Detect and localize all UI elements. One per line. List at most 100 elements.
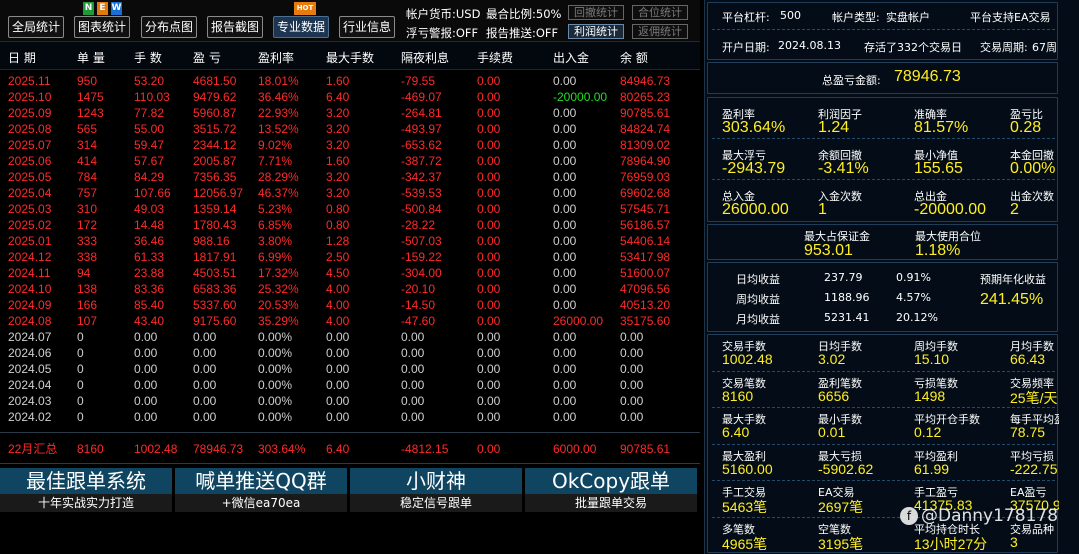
table-row[interactable]: 2025.07 314 59.47 2344.12 9.02% 3.20 -653.62 0.… (0, 137, 700, 153)
column-header[interactable]: 手 数 (134, 49, 162, 66)
industry-info-button[interactable]: 行业信息 (339, 16, 395, 38)
table-cell: 84.29 (134, 170, 165, 184)
table-cell: 0.00 (553, 202, 577, 216)
position-stats-button[interactable]: 合位统计 (632, 5, 688, 20)
table-cell: 0.00 (620, 410, 644, 424)
table-row[interactable]: 2025.03 310 49.03 1359.14 5.23% 0.80 -500.84 0.… (0, 201, 700, 217)
table-row[interactable]: 2024.09 166 85.40 5337.60 20.53% 4.00 -14.50 0.… (0, 297, 700, 313)
table-cell: 0.00 (477, 410, 501, 424)
table-row[interactable]: 2024.02 0 0.00 0.00 0.00% 0.00 0.00 0.00 0.00 0.0… (0, 409, 700, 425)
scrollbar[interactable] (1059, 0, 1079, 554)
table-row[interactable]: 2025.01 333 36.46 988.16 3.80% 1.28 -507.03 0.0… (0, 233, 700, 249)
summary-cell: 90785.61 (620, 442, 671, 456)
stat-value: 1.24 (818, 119, 850, 136)
trading-period-label: 交易周期: (980, 41, 1028, 54)
banner-qq-group[interactable]: 喊单推送QQ群 +微信ea70ea (175, 468, 347, 514)
table-cell: 84946.73 (620, 74, 671, 88)
max-position-value: 1.18% (915, 242, 961, 259)
stat-value: 5160.00 (722, 460, 773, 477)
float-loss-alert[interactable]: 浮亏警报:OFF (406, 25, 478, 41)
table-cell: 333 (77, 234, 98, 248)
table-cell: 2024.05 (8, 362, 52, 376)
stat-value: 155.65 (914, 160, 963, 177)
table-row[interactable]: 2024.03 0 0.00 0.00 0.00% 0.00 0.00 0.00 0.00 0.0… (0, 393, 700, 409)
table-cell: 3.20 (326, 170, 350, 184)
stat-value: 3 (1010, 533, 1018, 550)
table-row[interactable]: 2025.09 1243 77.82 5960.87 22.93% 3.20 -264.81… (0, 105, 700, 121)
table-cell: 13.52% (258, 122, 299, 136)
drawdown-stats-button[interactable]: 回撤统计 (568, 5, 624, 20)
table-cell: 35175.60 (620, 314, 671, 328)
table-cell: 36.46% (258, 90, 299, 104)
table-cell: 0.00 (477, 170, 501, 184)
table-cell: 22.93% (258, 106, 299, 120)
column-header[interactable]: 盈 亏 (193, 49, 221, 66)
profit-stats-button[interactable]: 利润统计 (568, 24, 624, 39)
report-screenshot-button[interactable]: 报告截图 (207, 16, 263, 38)
global-stats-button[interactable]: 全局统计 (8, 16, 64, 38)
table-cell: 2005.87 (193, 154, 237, 168)
pro-data-button[interactable]: 专业数据 (273, 16, 329, 38)
rebate-stats-button[interactable]: 返佣统计 (632, 24, 688, 39)
chart-stats-button[interactable]: 图表统计 (74, 16, 130, 38)
table-row[interactable]: 2024.10 138 83.36 6583.36 25.32% 4.00 -20.10 0.… (0, 281, 700, 297)
table-cell: 0.00% (258, 362, 293, 376)
open-date-value: 2024.08.13 (778, 39, 841, 52)
table-row[interactable]: 2024.08 107 43.40 9175.60 35.29% 4.00 -47.60 0.… (0, 313, 700, 329)
distribution-chart-button[interactable]: 分布点图 (141, 16, 197, 38)
report-push[interactable]: 报告推送:OFF (486, 25, 558, 41)
table-row[interactable]: 2024.07 0 0.00 0.00 0.00% 0.00 0.00 0.00 0.00 0.0… (0, 329, 700, 345)
column-header[interactable]: 余 额 (620, 49, 648, 66)
table-cell: -28.22 (401, 218, 436, 232)
banner-subtitle: 批量跟单交易 (525, 494, 697, 512)
table-row[interactable]: 2024.04 0 0.00 0.00 0.00% 0.00 0.00 0.00 0.00 0.0… (0, 377, 700, 393)
table-row[interactable]: 2025.11 950 53.20 4681.50 18.01% 1.60 -79.55 0.… (0, 73, 700, 89)
stat-value: 6.40 (722, 424, 750, 440)
table-cell: 950 (77, 74, 98, 88)
return-value: 20.12% (896, 311, 938, 324)
return-value: 237.79 (824, 271, 863, 284)
table-row[interactable]: 2025.08 565 55.00 3515.72 13.52% 3.20 -493.97 0… (0, 121, 700, 137)
table-cell: 1780.43 (193, 218, 237, 232)
table-cell: 2024.10 (8, 282, 52, 296)
table-cell: 0.00 (553, 266, 577, 280)
table-row[interactable]: 2025.02 172 14.48 1780.43 6.85% 0.80 -28.22 0.0… (0, 217, 700, 233)
table-cell: 53417.98 (620, 250, 671, 264)
column-header[interactable]: 日 期 (8, 49, 36, 66)
trading-period-value: 67周 (1032, 41, 1057, 54)
stat-value: 26000.00 (722, 201, 789, 218)
table-row[interactable]: 2024.12 338 61.33 1817.91 6.99% 2.50 -159.22 0.… (0, 249, 700, 265)
table-cell: 2025.04 (8, 186, 52, 200)
table-cell: 0.00 (553, 394, 577, 408)
banner-xiaocaishen[interactable]: 小财神 稳定信号跟单 (350, 468, 522, 514)
table-row[interactable]: 2025.10 1475 110.03 9479.62 36.46% 6.40 -469.0… (0, 89, 700, 105)
table-cell: 35.29% (258, 314, 299, 328)
table-row[interactable]: 2025.04 757 107.66 12056.97 46.37% 3.20 -539.5… (0, 185, 700, 201)
table-row[interactable]: 2024.06 0 0.00 0.00 0.00% 0.00 0.00 0.00 0.00 0.0… (0, 345, 700, 361)
banner-copy-system[interactable]: 最佳跟单系统 十年实战实力打造 (0, 468, 172, 514)
table-row[interactable]: 2025.06 414 57.67 2005.87 7.71% 1.60 -387.72 0.… (0, 153, 700, 169)
table-cell: 0.00 (193, 362, 217, 376)
column-header[interactable]: 出入金 (553, 49, 589, 66)
table-row[interactable]: 2024.11 94 23.88 4503.51 17.32% 4.50 -304.00 0.… (0, 265, 700, 281)
banner-subtitle: 十年实战实力打造 (0, 494, 172, 512)
table-cell: 5337.60 (193, 298, 237, 312)
table-cell: 51600.07 (620, 266, 671, 280)
column-header[interactable]: 手续费 (477, 49, 513, 66)
table-row[interactable]: 2025.05 784 84.29 7356.35 28.29% 3.20 -342.37 0… (0, 169, 700, 185)
column-header[interactable]: 单 量 (77, 49, 105, 66)
table-cell: 46.37% (258, 186, 299, 200)
banner-okcopy[interactable]: OkCopy跟单 批量跟单交易 (525, 468, 697, 514)
column-header[interactable]: 盈利率 (258, 49, 294, 66)
table-cell: 4.00 (326, 314, 350, 328)
column-header[interactable]: 最大手数 (326, 49, 374, 66)
hot-badge: HOT (294, 2, 316, 15)
table-cell: 138 (77, 282, 98, 296)
table-row[interactable]: 2024.05 0 0.00 0.00 0.00% 0.00 0.00 0.00 0.00 0.0… (0, 361, 700, 377)
table-cell: -20.10 (401, 282, 436, 296)
table-cell: 6583.36 (193, 282, 237, 296)
table-cell: 0.00 (477, 106, 501, 120)
table-cell: 0.00% (258, 410, 293, 424)
table-cell: 0 (77, 410, 84, 424)
column-header[interactable]: 隔夜利息 (401, 49, 449, 66)
